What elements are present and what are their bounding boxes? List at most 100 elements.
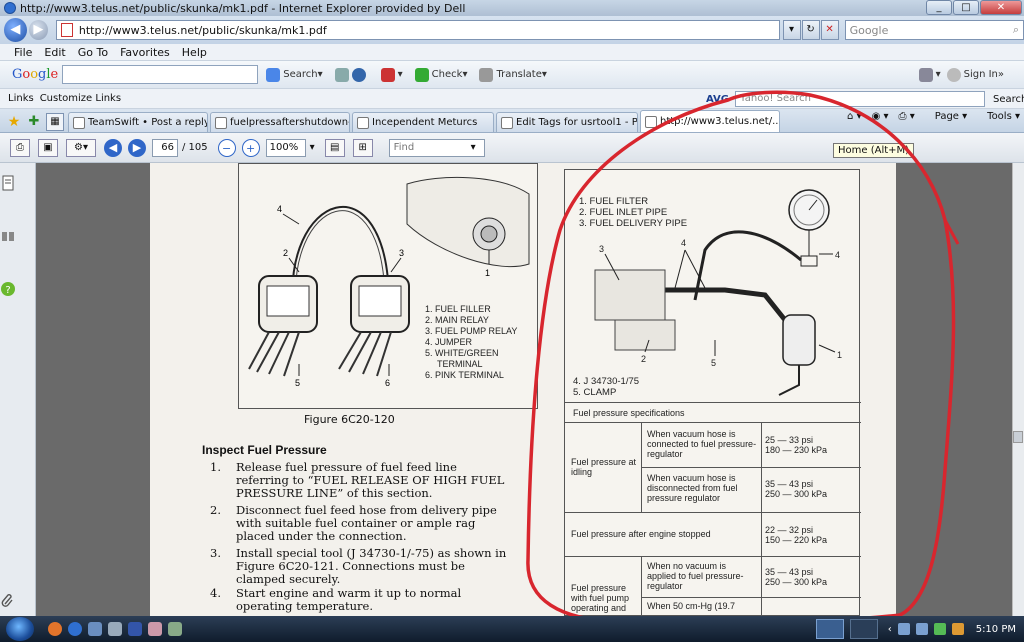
menu-favorites[interactable]: Favorites xyxy=(120,46,170,59)
back-button[interactable]: ◀ xyxy=(4,18,27,42)
tab-pdf[interactable]: http://www3.telus.net/...✕ xyxy=(640,110,780,132)
zoom-in-icon[interactable]: + xyxy=(241,138,260,157)
search-icon[interactable]: ⌕ xyxy=(1013,23,1019,37)
network-icon[interactable] xyxy=(897,623,910,635)
tray-expand-icon[interactable]: ‹ xyxy=(888,624,892,635)
zoom-out-icon[interactable]: − xyxy=(217,138,236,157)
find-dropdown-icon[interactable]: ▾ xyxy=(471,142,476,153)
print-icon[interactable]: ⎙ xyxy=(10,138,30,157)
app2-icon[interactable] xyxy=(168,622,182,636)
address-buttons: ▾ ↻ ✕ xyxy=(782,20,839,40)
home-icon[interactable]: ⌂ ▾ xyxy=(847,111,862,122)
fig-label-2: 2 xyxy=(283,248,288,258)
add-favorite-icon[interactable]: ✚ xyxy=(24,112,44,132)
window-controls: _ □ ✕ xyxy=(925,0,1022,15)
tools-icon[interactable]: ⚙▾ xyxy=(66,138,96,157)
print-icon[interactable]: ⎙ ▾ xyxy=(899,111,915,122)
taskbar-window-2[interactable] xyxy=(849,619,878,639)
google-search-input[interactable] xyxy=(62,65,259,84)
taskbar-ie-window[interactable] xyxy=(815,619,844,639)
tab-page-icon xyxy=(645,115,657,128)
quick-tabs-icon[interactable]: ▦ xyxy=(46,113,64,131)
popup-blocker[interactable]: ▾ xyxy=(380,67,403,82)
pdf-viewer[interactable]: 4 2 3 1 5 6 1. FUEL FILLER 2. MAIN RELAY… xyxy=(36,163,1024,616)
section-heading: Inspect Fuel Pressure xyxy=(202,443,327,457)
menu-edit[interactable]: Edit xyxy=(44,46,65,59)
page-menu[interactable]: Page ▾ xyxy=(925,111,967,122)
search-input[interactable]: Google ⌕ xyxy=(844,20,1024,40)
fig-right-label-2: 2 xyxy=(641,354,646,364)
translate-button[interactable]: Translate ▾ xyxy=(479,67,547,82)
start-button[interactable] xyxy=(6,617,34,641)
switch-windows-icon[interactable] xyxy=(108,622,122,636)
fig-legend-5: 5. WHITE/GREEN xyxy=(425,348,499,358)
binoculars-icon[interactable] xyxy=(0,228,16,244)
pdf-sidebar: ? xyxy=(0,163,36,616)
ie-logo-icon xyxy=(4,2,16,14)
refresh-icon[interactable]: ↻ xyxy=(801,20,820,40)
maximize-button[interactable]: □ xyxy=(953,0,979,15)
home-tooltip: Home (Alt+M) xyxy=(833,143,915,158)
yahoo-search-input[interactable]: Yahoo! Search xyxy=(735,91,986,107)
step-1: 1. Release fuel pressure of fuel feed li… xyxy=(210,460,505,500)
media-icon[interactable] xyxy=(128,622,142,636)
page-number-input[interactable]: 66 xyxy=(152,138,178,157)
tools-menu[interactable]: Tools ▾ xyxy=(977,111,1020,122)
popup-blocker-icon xyxy=(380,67,395,82)
fig-right-label-4a: 4 xyxy=(681,238,686,248)
fig-legend-2: 2. MAIN RELAY xyxy=(425,315,489,325)
zoom-select[interactable]: 100% xyxy=(265,138,306,157)
previous-page-icon[interactable]: ◀ xyxy=(104,138,122,157)
dropdown-icon[interactable]: ▾ xyxy=(782,20,801,40)
tab-independent[interactable]: Incependent Meturcs xyxy=(352,112,494,132)
check-button[interactable]: Check ▾ xyxy=(414,67,467,82)
toolbar-icons[interactable] xyxy=(334,67,369,82)
fit-page-icon[interactable]: ▤ xyxy=(324,138,345,157)
scrollbar-thumb[interactable] xyxy=(1013,431,1023,443)
spec-table-title-row: Fuel pressure specifications xyxy=(565,402,861,422)
attachment-icon[interactable] xyxy=(0,592,16,608)
clock: 5:10 PM xyxy=(975,623,1016,635)
fig-right-label-5: 5 xyxy=(711,358,716,368)
fig-right-label-3: 3 xyxy=(599,244,604,254)
menu-bar: File Edit Go To Favorites Help xyxy=(0,44,1024,61)
stop-icon[interactable]: ✕ xyxy=(820,20,839,40)
step-2: 2. Disconnect fuel feed hose from delive… xyxy=(210,503,497,543)
minimize-button[interactable]: _ xyxy=(926,0,952,15)
avg-logo: AVG xyxy=(706,93,730,105)
tab-page-icon xyxy=(73,116,85,129)
google-search-button[interactable]: Search ▾ xyxy=(266,67,323,82)
customize-links[interactable]: Customize Links xyxy=(40,93,121,104)
fig-label-3: 3 xyxy=(399,248,404,258)
fig-legend-6: 6. PINK TERMINAL xyxy=(425,370,504,380)
app-icon[interactable] xyxy=(148,622,162,636)
tab-edit-tags[interactable]: Edit Tags for usrtool1 - Ph... xyxy=(496,112,638,132)
menu-goto[interactable]: Go To xyxy=(78,46,108,59)
zoom-dropdown-icon[interactable]: ▾ xyxy=(310,142,315,153)
security-icon[interactable] xyxy=(933,623,946,635)
tab-teamswift[interactable]: TeamSwift • Post a reply xyxy=(68,112,208,132)
firefox-icon[interactable] xyxy=(48,622,62,636)
tab-fuelpress[interactable]: fuelpressaftershutdown-1... xyxy=(210,112,350,132)
show-desktop-icon[interactable] xyxy=(88,622,102,636)
pages-icon[interactable] xyxy=(0,175,16,191)
menu-file[interactable]: File xyxy=(14,46,32,59)
fit-width-icon[interactable]: ⊞ xyxy=(352,138,373,157)
help-icon[interactable]: ? xyxy=(0,281,16,297)
vertical-scrollbar[interactable] xyxy=(1012,163,1024,616)
title-bar: http://www3.telus.net/public/skunka/mk1.… xyxy=(0,0,1024,16)
next-page-icon[interactable]: ▶ xyxy=(128,138,146,157)
volume-icon[interactable] xyxy=(915,623,928,635)
feeds-icon[interactable]: ◉ ▾ xyxy=(872,111,889,122)
address-bar[interactable]: http://www3.telus.net/public/skunka/mk1.… xyxy=(55,20,780,40)
favorites-star-icon[interactable]: ★ xyxy=(4,112,24,132)
close-button[interactable]: ✕ xyxy=(980,0,1022,15)
save-icon[interactable]: ▣ xyxy=(38,138,58,157)
forward-button[interactable]: ▶ xyxy=(28,20,48,40)
yahoo-search-button[interactable]: Search xyxy=(993,94,1024,105)
update-icon[interactable] xyxy=(951,623,964,635)
menu-help[interactable]: Help xyxy=(182,46,207,59)
ie-icon[interactable] xyxy=(68,622,82,636)
pdf-page: 4 2 3 1 5 6 1. FUEL FILLER 2. MAIN RELAY… xyxy=(150,163,896,616)
sign-in-button[interactable]: ▾ Sign In » xyxy=(918,67,1004,82)
